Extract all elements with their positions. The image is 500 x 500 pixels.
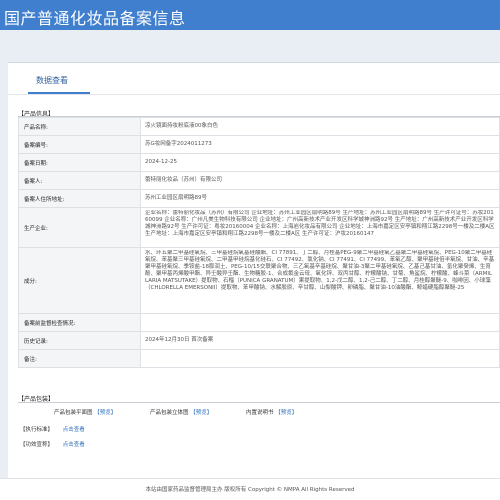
row-label: 备案编号: — [18, 135, 141, 154]
site-title: 国产普通化妆品备案信息 — [4, 9, 186, 28]
row-value: 苏州工业园区扇明路89号 — [140, 189, 500, 208]
preview-link[interactable]: 【预览】 — [275, 410, 297, 416]
efficacy-row: 【功效宣称】 点击查看 — [20, 440, 85, 448]
preview-link[interactable]: 【预览】 — [94, 410, 116, 416]
row-label: 成分: — [18, 247, 141, 314]
standard-title: 【执行标准】 — [20, 427, 54, 433]
row-value: 2024年12月30日 首次备案 — [140, 331, 500, 350]
packaging-item-label: 产品包装立体图 — [150, 410, 189, 416]
tab-active-indicator — [28, 92, 90, 94]
row-value: 2024-12-25 — [140, 153, 500, 172]
header-bar: 国产普通化妆品备案信息 — [0, 0, 500, 30]
table-row: 产品名称: 凉火镜面持妆粉底液00象白色 — [18, 117, 500, 136]
row-value: 苏G妆网备字2024011273 — [140, 135, 500, 154]
row-label: 备案人住所地址: — [18, 189, 141, 208]
packaging-item-label: 产品包装平面图 — [54, 410, 93, 416]
row-label: 备案日期: — [18, 153, 141, 172]
row-label: 产品名称: — [18, 117, 141, 136]
row-value: 企业名称：蕾特丽化妆品（苏州）有限公司 企业地址：苏州工业园区扇明路89号 生产… — [140, 207, 500, 248]
table-row: 生产企业: 企业名称：蕾特丽化妆品（苏州）有限公司 企业地址：苏州工业园区扇明路… — [18, 207, 500, 248]
section-divider — [18, 402, 500, 403]
preview-link[interactable]: 【预览】 — [190, 410, 212, 416]
packaging-item: 产品包装平面图 【预览】 — [54, 408, 116, 416]
table-row: 备案编号: 苏G妆网备字2024011273 — [18, 135, 500, 154]
row-label: 备案前监督检查情况: — [18, 313, 141, 332]
standard-row: 【执行标准】 点击查看 — [20, 425, 85, 433]
table-row: 成分: 水、环五聚二甲基硅氧烷、三甲基硅烷氧基硅酸酯、CI 77891、丁二醇、… — [18, 247, 500, 314]
standard-view-link[interactable]: 点击查看 — [63, 427, 85, 433]
tab-data-view[interactable]: 数据查看 — [36, 75, 68, 86]
efficacy-view-link[interactable]: 点击查看 — [63, 442, 85, 448]
row-value: 水、环五聚二甲基硅氧烷、三甲基硅烷氧基硅酸酯、CI 77891、丁二醇、月桂基P… — [140, 247, 500, 314]
table-row: 备案人住所地址: 苏州工业园区扇明路89号 — [18, 189, 500, 208]
row-value — [140, 313, 500, 332]
row-value — [140, 349, 500, 368]
table-row: 历史记录: 2024年12月30日 首次备案 — [18, 331, 500, 350]
table-row: 备案日期: 2024-12-25 — [18, 153, 500, 172]
product-info-table: 产品名称: 凉火镜面持妆粉底液00象白色 备案编号: 苏G妆网备字2024011… — [18, 117, 500, 368]
footer: 本站由国家药品监督管理局主办 版权所有 Copyright © NMPA All… — [0, 478, 500, 500]
row-label: 历史记录: — [18, 331, 141, 350]
manufacturer-text: 企业名称：蕾特丽化妆品（苏州）有限公司 企业地址：苏州工业园区扇明路89号 生产… — [145, 209, 495, 237]
row-value: 凉火镜面持妆粉底液00象白色 — [140, 117, 500, 136]
ingredients-text: 水、环五聚二甲基硅氧烷、三甲基硅烷氧基硅酸酯、CI 77891、丁二醇、月桂基P… — [145, 249, 495, 291]
row-label: 备注: — [18, 349, 141, 368]
table-row: 备案前监督检查情况: — [18, 313, 500, 332]
packaging-item: 内置说明书 【预览】 — [246, 408, 297, 416]
row-label: 生产企业: — [18, 207, 141, 248]
main-panel: 数据查看 【产品信息】 产品名称: 凉火镜面持妆粉底液00象白色 备案编号: 苏… — [8, 62, 500, 480]
efficacy-title: 【功效宣称】 — [20, 442, 54, 448]
table-row: 备案人: 蕾特丽化妆品（苏州）有限公司 — [18, 171, 500, 190]
row-value: 蕾特丽化妆品（苏州）有限公司 — [140, 171, 500, 190]
table-row: 备注: — [18, 349, 500, 368]
packaging-item: 产品包装立体图 【预览】 — [150, 408, 212, 416]
footer-text: 本站由国家药品监督管理局主办 版权所有 Copyright © NMPA All… — [145, 487, 355, 493]
row-label: 备案人: — [18, 171, 141, 190]
packaging-item-label: 内置说明书 — [246, 410, 274, 416]
tab-bar: 数据查看 — [8, 63, 500, 95]
